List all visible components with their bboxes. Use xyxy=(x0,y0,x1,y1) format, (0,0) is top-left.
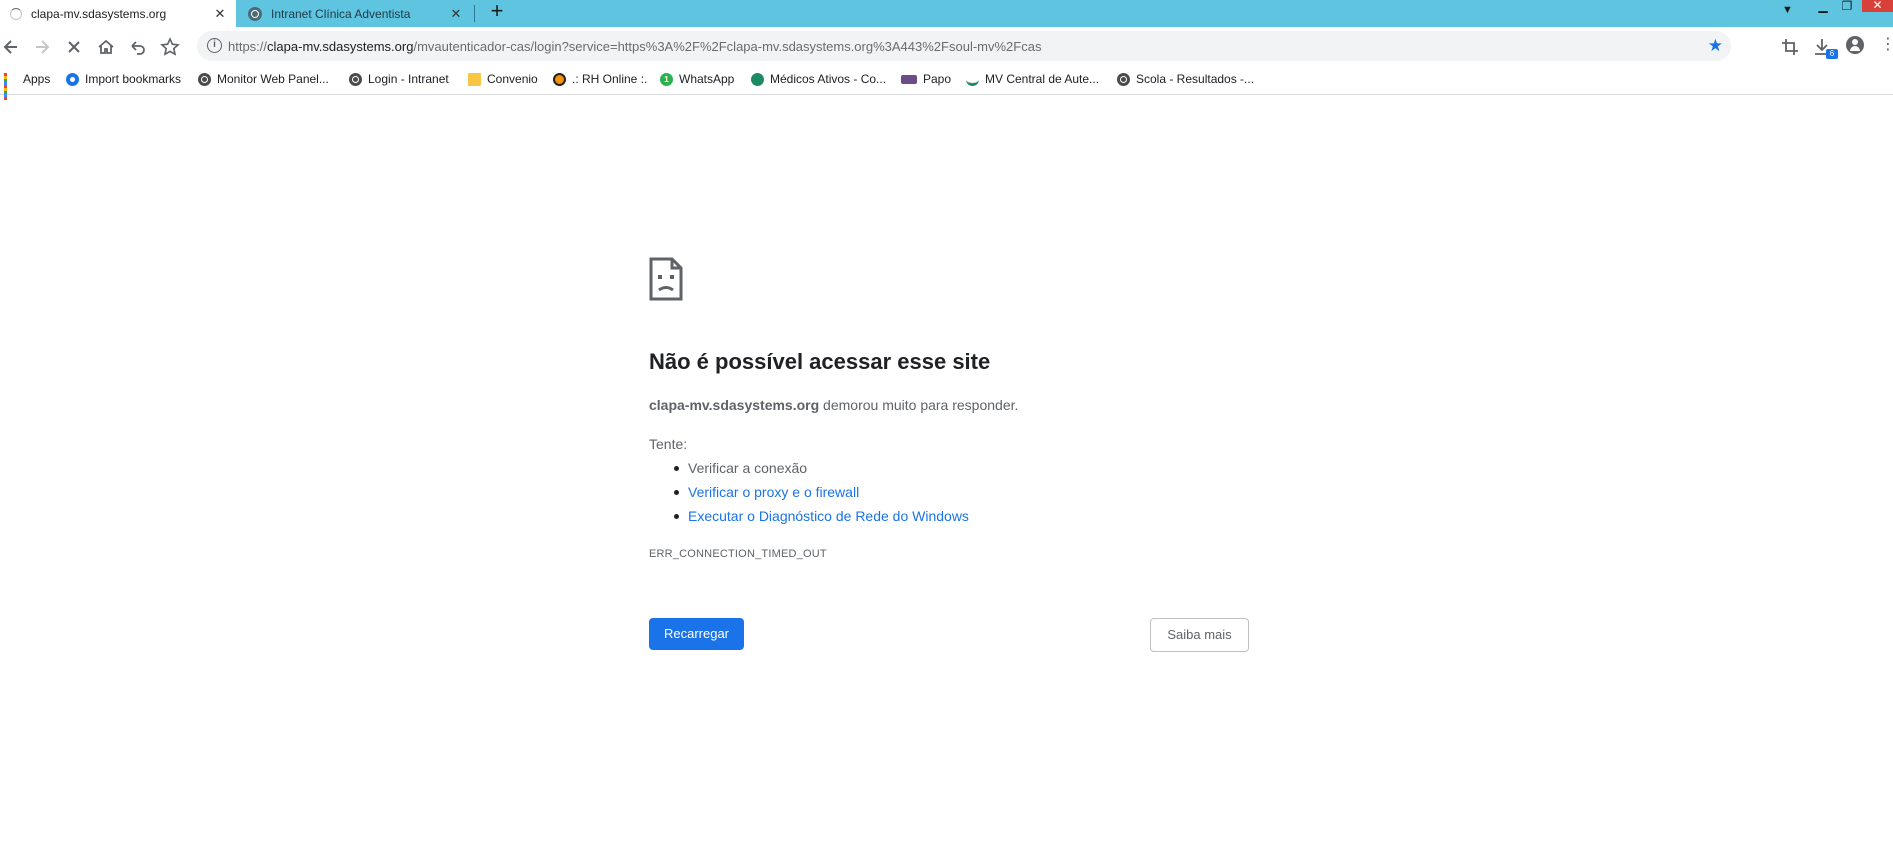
error-host: clapa-mv.sdasystems.org xyxy=(649,397,820,413)
suggestion-check-proxy-link[interactable]: Verificar o proxy e o firewall xyxy=(674,483,969,507)
bookmark-label: Papo xyxy=(923,72,952,86)
profile-icon[interactable] xyxy=(1846,36,1864,54)
crop-icon[interactable] xyxy=(1779,36,1801,58)
bookmark-label: Monitor Web Panel... xyxy=(217,72,329,86)
globe-icon xyxy=(1117,72,1130,86)
suggestion-check-connection: Verificar a conexão xyxy=(674,459,969,483)
undo-icon[interactable] xyxy=(127,36,149,58)
bookmark-label: Login - Intranet xyxy=(368,72,449,86)
error-message-text: demorou muito para responder. xyxy=(819,397,1019,413)
bookmark-label: Scola - Resultados -... xyxy=(1136,72,1255,86)
tab-strip: clapa-mv.sdasystems.org ✕ Intranet Clíni… xyxy=(0,0,1893,27)
details-button[interactable]: Saiba mais xyxy=(1150,618,1249,652)
site-info-icon[interactable]: i xyxy=(207,38,222,53)
tab-close-icon[interactable]: ✕ xyxy=(446,6,466,22)
url-path: /mvautenticador-cas/login?service=https%… xyxy=(413,39,1042,54)
toolbar: i https://clapa-mv.sdasystems.org/mvaute… xyxy=(0,27,1893,65)
url-scheme: https:// xyxy=(228,39,268,54)
stop-icon[interactable] xyxy=(63,36,85,58)
home-icon[interactable] xyxy=(95,36,117,58)
tab-intranet[interactable]: Intranet Clínica Adventista ✕ xyxy=(238,0,472,27)
globe-icon xyxy=(198,72,211,86)
page-title: Não é possível acessar esse site xyxy=(649,349,991,374)
sad-page-icon xyxy=(648,257,684,301)
bookmark-medicos[interactable]: Médicos Ativos - Co... xyxy=(751,65,886,93)
tab-title: clapa-mv.sdasystems.org xyxy=(31,6,167,21)
bookmark-scola[interactable]: Scola - Resultados -... xyxy=(1117,65,1254,93)
gear-icon xyxy=(66,72,79,86)
maximize-button[interactable]: ❐ xyxy=(1836,0,1858,20)
kebab-menu-icon[interactable]: ⋮ xyxy=(1880,36,1893,56)
medicos-icon xyxy=(751,72,764,86)
mv-icon xyxy=(966,73,979,86)
star-icon[interactable] xyxy=(159,36,181,58)
tab-close-icon[interactable]: ✕ xyxy=(210,6,230,22)
whatsapp-icon: 1 xyxy=(660,72,673,86)
globe-icon xyxy=(248,6,262,21)
tab-clapa[interactable]: clapa-mv.sdasystems.org ✕ xyxy=(0,0,236,27)
forward-arrow-icon[interactable] xyxy=(31,36,53,58)
error-message: clapa-mv.sdasystems.org demorou muito pa… xyxy=(649,397,1018,413)
bookmark-import[interactable]: Import bookmarks xyxy=(66,65,181,93)
bookmark-login-intranet[interactable]: Login - Intranet xyxy=(349,65,449,93)
bookmark-whatsapp[interactable]: 1 WhatsApp xyxy=(660,65,734,93)
close-window-button[interactable]: ✕ xyxy=(1862,0,1893,12)
globe-icon xyxy=(349,72,362,86)
try-label: Tente: xyxy=(649,436,688,452)
bookmark-papo[interactable]: Papo xyxy=(901,65,951,93)
bookmark-apps[interactable]: Apps xyxy=(4,65,51,100)
bookmark-label: .: RH Online :. xyxy=(572,72,648,86)
bookmark-label: Import bookmarks xyxy=(85,72,182,86)
tab-title: Intranet Clínica Adventista xyxy=(271,6,411,21)
url-host: clapa-mv.sdasystems.org xyxy=(267,39,414,54)
loading-spinner-icon xyxy=(10,7,22,20)
address-bar[interactable]: i https://clapa-mv.sdasystems.org/mvaute… xyxy=(197,31,1731,61)
bookmarks-bar: Apps Import bookmarks Monitor Web Panel.… xyxy=(0,65,1893,100)
bookmark-star-icon[interactable]: ★ xyxy=(1708,36,1723,56)
apps-grid-icon xyxy=(4,72,17,100)
bookmark-monitor[interactable]: Monitor Web Panel... xyxy=(198,65,329,93)
bookmark-label: Médicos Ativos - Co... xyxy=(770,72,887,86)
bookmark-label: Convenio xyxy=(487,72,538,86)
error-code: ERR_CONNECTION_TIMED_OUT xyxy=(649,548,827,560)
tab-divider xyxy=(474,5,475,22)
back-arrow-icon[interactable] xyxy=(0,36,22,58)
reload-button[interactable]: Recarregar xyxy=(649,618,744,650)
papo-icon xyxy=(901,74,917,84)
folder-icon xyxy=(468,72,481,86)
bookmark-mv-central[interactable]: MV Central de Aute... xyxy=(966,65,1099,93)
suggestion-list: Verificar a conexão Verificar o proxy e … xyxy=(674,459,969,531)
download-count-badge: 6 xyxy=(1826,49,1838,59)
tab-search-chevron-icon[interactable]: ▼ xyxy=(1782,4,1793,16)
minimize-button[interactable]: ▁ xyxy=(1812,0,1834,20)
bookmark-label: MV Central de Aute... xyxy=(985,72,1100,86)
rh-icon xyxy=(553,72,566,86)
bookmark-label: Apps xyxy=(23,72,51,86)
bookmark-convenio[interactable]: Convenio xyxy=(468,65,538,93)
suggestion-network-diagnostics-link[interactable]: Executar o Diagnóstico de Rede do Window… xyxy=(674,507,969,531)
new-tab-button[interactable]: + xyxy=(486,0,508,25)
bookmark-label: WhatsApp xyxy=(679,72,735,86)
url-text[interactable]: https://clapa-mv.sdasystems.org/mvautent… xyxy=(228,39,1041,54)
bookmark-rh-online[interactable]: .: RH Online :. xyxy=(553,65,647,93)
